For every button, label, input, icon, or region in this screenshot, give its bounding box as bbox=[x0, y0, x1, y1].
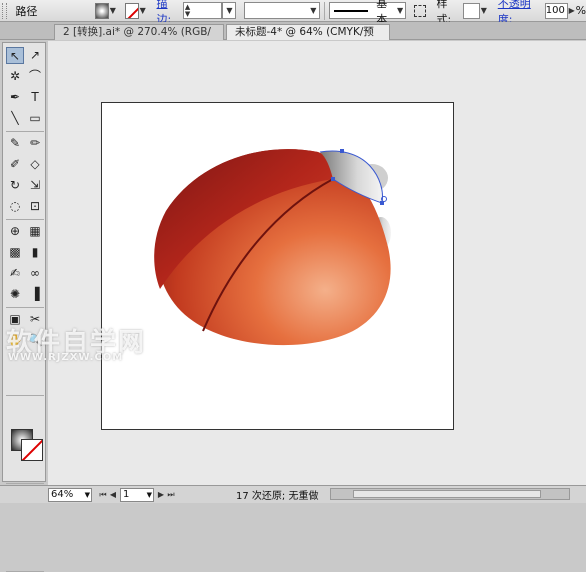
tool-group-divider bbox=[6, 483, 44, 484]
stroke-dropdown-icon[interactable]: ▼ bbox=[139, 3, 147, 19]
tool-group-divider bbox=[6, 219, 44, 220]
zoom-value: 64% bbox=[51, 488, 74, 500]
tool-group-divider bbox=[6, 131, 44, 132]
paintbrush-tool-icon[interactable]: ✎ bbox=[6, 135, 24, 152]
gradient-tool-icon[interactable]: ▮ bbox=[26, 244, 44, 261]
stroke-weight-stepper[interactable]: ▲ ▼ bbox=[182, 2, 223, 19]
variable-width-select[interactable]: ▼ bbox=[244, 2, 321, 19]
warp-tool-icon[interactable]: ◌ bbox=[6, 198, 24, 215]
fill-swatch[interactable] bbox=[94, 2, 110, 19]
anchor-point[interactable] bbox=[340, 149, 344, 153]
watermark-url: WWW.RJZXW.COM bbox=[8, 352, 124, 363]
magic-wand-tool-icon[interactable]: ✲ bbox=[6, 68, 24, 85]
selection-tool-icon[interactable]: ↖ bbox=[6, 47, 24, 64]
direct-selection-tool-icon[interactable]: ↗ bbox=[26, 47, 44, 64]
eyedropper-tool-icon[interactable]: ✍ bbox=[6, 265, 24, 282]
last-artboard-icon[interactable]: ⏭ bbox=[166, 490, 176, 500]
stroke-swatch[interactable] bbox=[124, 2, 139, 19]
document-tab-bar: 2 [转换].ai* @ 270.4% (RGB/预览)× 未标题-4* @ 6… bbox=[0, 22, 586, 53]
control-bar-grip[interactable] bbox=[2, 2, 8, 19]
path-label: 路径 bbox=[15, 4, 38, 18]
zoom-select[interactable]: 64% ▼ bbox=[48, 487, 92, 502]
stroke-color-swatch[interactable] bbox=[21, 439, 43, 461]
opacity-input[interactable]: 100 bbox=[544, 2, 568, 19]
tool-group-divider bbox=[6, 395, 44, 396]
control-bar: 路径 ▼ ▼ 描边: ▲ ▼ ▼ ▼ 基本 ▼ 样式: ▼ 不透明度: 100 ▶… bbox=[0, 0, 586, 26]
blend-tool-icon[interactable]: ∞ bbox=[26, 265, 44, 282]
watermark: 软件自学网 WWW.RJZXW.COM bbox=[0, 322, 160, 370]
eraser-tool-icon[interactable]: ◇ bbox=[26, 156, 44, 173]
mesh-tool-icon[interactable]: ▩ bbox=[6, 244, 24, 261]
tab-document-2[interactable]: 2 [转换].ai* @ 270.4% (RGB/预览)× bbox=[54, 24, 224, 53]
symbol-sprayer-tool-icon[interactable]: ✺ bbox=[6, 286, 24, 303]
fill-dropdown-icon[interactable]: ▼ bbox=[109, 3, 117, 19]
chevron-down-icon: ▼ bbox=[226, 6, 233, 15]
chevron-down-icon: ▼ bbox=[146, 490, 152, 499]
opacity-dropdown-icon[interactable]: ▶ bbox=[568, 3, 576, 19]
blob-brush-tool-icon[interactable]: ✐ bbox=[6, 156, 24, 173]
rotate-tool-icon[interactable]: ↻ bbox=[6, 177, 24, 194]
shape-builder-tool-icon[interactable]: ⊕ bbox=[6, 223, 24, 240]
next-artboard-icon[interactable]: ▶ bbox=[156, 490, 166, 499]
brush-line-preview bbox=[334, 9, 369, 12]
pencil-tool-icon[interactable]: ✏ bbox=[26, 135, 44, 152]
artboard-number-select[interactable]: 1 ▼ bbox=[120, 487, 154, 502]
tab-untitled-4[interactable]: 未标题-4* @ 64% (CMYK/预览)× bbox=[226, 24, 390, 53]
free-transform-tool-icon[interactable]: ⊡ bbox=[26, 198, 44, 215]
scrollbar-thumb[interactable] bbox=[353, 490, 541, 498]
stroke-weight-dropdown[interactable]: ▼ bbox=[222, 2, 237, 19]
style-dropdown-icon[interactable]: ▼ bbox=[480, 3, 488, 19]
graphic-style-swatch[interactable] bbox=[462, 2, 481, 19]
rectangle-tool-icon[interactable]: ▭ bbox=[26, 110, 44, 127]
type-tool-icon[interactable]: T bbox=[26, 89, 44, 106]
live-paint-tool-icon[interactable]: ▦ bbox=[26, 223, 44, 240]
percent-sign: % bbox=[575, 4, 586, 17]
transform-icon[interactable] bbox=[414, 4, 427, 17]
anchor-point[interactable] bbox=[331, 177, 335, 181]
prev-artboard-icon[interactable]: ◀ bbox=[108, 490, 118, 499]
tool-group-divider bbox=[6, 307, 44, 308]
canvas-workspace[interactable] bbox=[48, 41, 586, 485]
first-artboard-icon[interactable]: ⏮ bbox=[98, 490, 108, 500]
artboard-number: 1 bbox=[123, 488, 130, 500]
pen-tool-icon[interactable]: ✒ bbox=[6, 89, 24, 106]
column-graph-tool-icon[interactable]: ▐ bbox=[26, 286, 44, 303]
lasso-tool-icon[interactable]: ⌒ bbox=[26, 68, 44, 85]
horizontal-scrollbar[interactable] bbox=[330, 488, 570, 500]
chevron-down-icon: ▼ bbox=[84, 490, 90, 499]
chevron-down-icon: ▼ bbox=[396, 6, 404, 15]
line-tool-icon[interactable]: ╲ bbox=[6, 110, 24, 127]
divider bbox=[324, 1, 326, 20]
tools-panel: ↖ ↗ ✲ ⌒ ✒ T ╲ ▭ ✎ ✏ ✐ ◇ ↻ ⇲ ◌ ⊡ ⊕ ▦ ▩ ▮ ✍ ∞ ✺ ▐ ▣ ✂ ✋ 🔍 bbox=[2, 42, 46, 572]
artwork-canvas[interactable] bbox=[48, 41, 586, 485]
brush-definition-select[interactable]: 基本 ▼ bbox=[329, 0, 407, 26]
spin-arrows-icon[interactable]: ▲ ▼ bbox=[184, 3, 192, 18]
chevron-down-icon: ▼ bbox=[310, 6, 317, 15]
scale-tool-icon[interactable]: ⇲ bbox=[26, 177, 44, 194]
